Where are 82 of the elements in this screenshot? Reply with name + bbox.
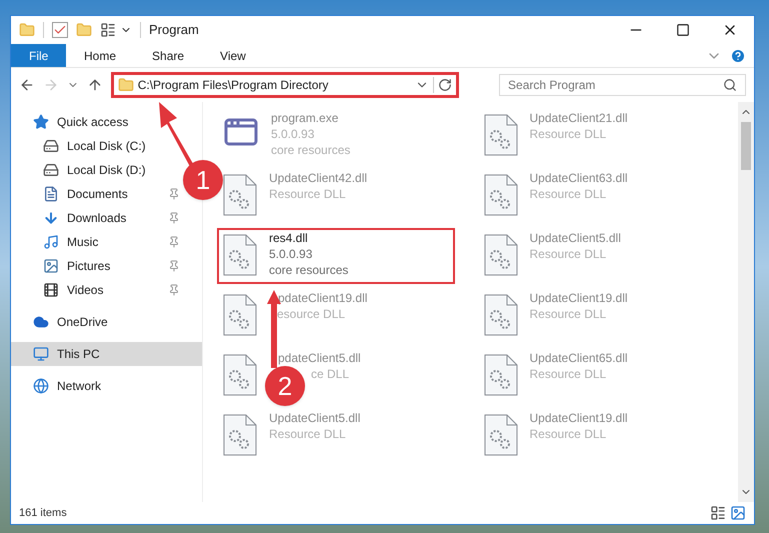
cloud-icon (33, 314, 49, 330)
file-detail: Resource DLL (530, 306, 606, 322)
file-name: res4.dll (269, 230, 308, 246)
gear-file-icon (223, 294, 257, 336)
nav-item[interactable]: This PC (33, 345, 100, 363)
up-arrow-icon[interactable] (86, 77, 103, 93)
search-input[interactable]: Search Program (508, 76, 723, 94)
file-name: UpdateClient5.dll (530, 230, 621, 246)
nav-item[interactable]: Documents (43, 185, 128, 203)
file-detail: Resource DLL (530, 366, 606, 382)
file-name: UpdateClient19.dll (530, 290, 628, 306)
document-icon (43, 186, 59, 202)
gear-file-icon (223, 414, 257, 456)
nav-item[interactable]: Music (43, 233, 98, 251)
file-detail: core resources (271, 142, 350, 158)
properties-icon[interactable] (100, 22, 116, 38)
star-icon (33, 114, 49, 130)
monitor-icon (33, 346, 49, 362)
gear-file-icon (223, 234, 257, 276)
file-detail: Resource DLL (530, 126, 606, 142)
file-detail: ce DLL (311, 366, 350, 382)
nav-item[interactable]: Quick access (33, 113, 128, 131)
ribbon-tab[interactable]: Home (66, 44, 134, 67)
nav-item[interactable]: Downloads (43, 209, 126, 227)
file-name: UpdateClient5.dll (269, 410, 360, 426)
nav-item[interactable]: Videos (43, 281, 104, 299)
nav-item[interactable]: OneDrive (33, 313, 108, 331)
nav-item[interactable]: Pictures (43, 257, 110, 275)
window-title: Program (149, 21, 199, 40)
file-detail: 5.0.0.93 (269, 246, 312, 262)
ribbon-tab[interactable]: Share (134, 44, 202, 67)
address-path: C:\Program Files\Program Directory (138, 77, 330, 94)
file-detail: esource DLL (277, 306, 346, 322)
ribbon-tab[interactable]: File (11, 44, 66, 67)
details-view-icon[interactable] (710, 505, 726, 521)
nav-item[interactable]: Network (33, 377, 102, 395)
music-note-icon (43, 234, 59, 250)
nav-item[interactable]: Local Disk (D:) (43, 161, 146, 179)
gear-file-icon (484, 174, 518, 216)
file-name: program.exe (271, 110, 338, 126)
refresh-icon[interactable] (438, 78, 452, 92)
nav-item[interactable]: Local Disk (C:) (43, 137, 146, 155)
gear-file-icon (223, 354, 257, 396)
search-field[interactable]: Search Program (499, 74, 746, 96)
gear-file-icon (484, 234, 518, 276)
address-bar[interactable]: C:\Program Files\Program Directory (110, 72, 460, 98)
drive-icon (43, 162, 59, 178)
folder-icon (118, 77, 134, 93)
file-tile[interactable]: res4.dll 5.0.0.93 core resources (217, 228, 455, 284)
file-name: UpdateClient19.dll (530, 410, 628, 426)
item-count: 161 items (19, 506, 67, 521)
picture-icon (43, 258, 59, 274)
gear-file-icon (484, 414, 518, 456)
back-arrow-icon[interactable] (19, 77, 35, 93)
file-name: pdateClient5.dll (278, 350, 361, 366)
film-icon (43, 282, 59, 298)
file-detail: Resource DLL (269, 426, 346, 442)
gear-file-icon (484, 354, 518, 396)
drive-icon (43, 138, 59, 154)
file-detail: Resource DLL (269, 186, 346, 202)
maximize-icon[interactable] (676, 23, 690, 37)
scroll-thumb[interactable] (741, 122, 751, 170)
scrollbar[interactable] (738, 102, 754, 502)
globe-icon (33, 378, 49, 394)
checklist-icon[interactable] (52, 22, 68, 38)
file-name: UpdateClient65.dll (530, 350, 628, 366)
file-detail: Resource DLL (530, 186, 606, 202)
file-name: pdateClient19.dll (278, 290, 368, 306)
file-name: UpdateClient21.dll (530, 110, 628, 126)
thumbnail-view-icon[interactable] (730, 505, 746, 521)
search-icon (722, 78, 737, 92)
file-detail: 5.0.0.93 (271, 126, 314, 142)
file-detail: core resources (269, 262, 348, 278)
file-name: UpdateClient63.dll (530, 170, 628, 186)
file-detail: Resource DLL (530, 246, 606, 262)
gear-file-icon (223, 174, 257, 216)
help-icon[interactable] (730, 48, 746, 64)
ribbon-tab[interactable]: View (202, 44, 264, 67)
gear-file-icon (484, 114, 518, 156)
gear-file-icon (484, 294, 518, 336)
file-name: UpdateClient42.dll (269, 170, 368, 186)
file-detail: Resource DLL (530, 426, 606, 442)
